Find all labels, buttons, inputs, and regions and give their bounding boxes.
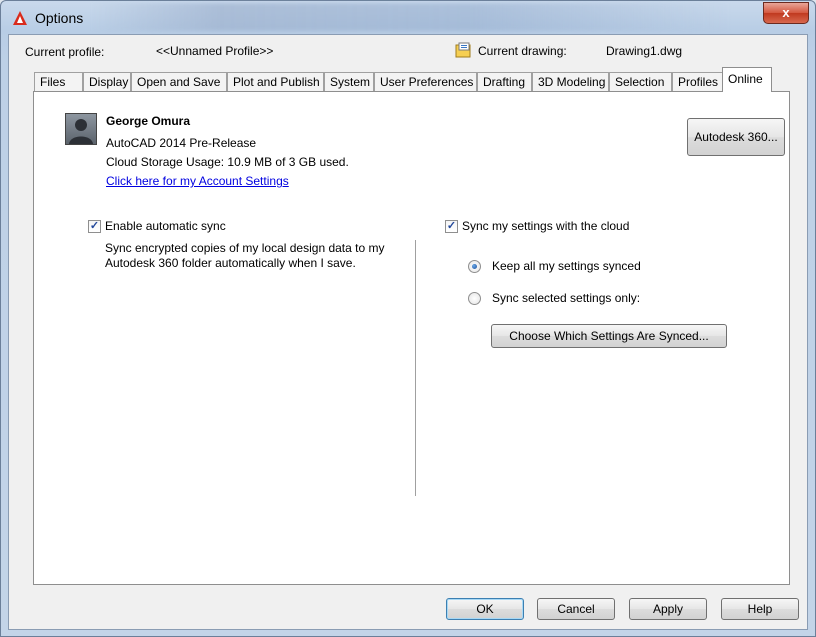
- auto-sync-description-line-2: Autodesk 360 folder automatically when I…: [105, 256, 356, 270]
- tab-user-preferences[interactable]: User Preferences: [374, 72, 477, 91]
- tab-online[interactable]: Online: [722, 67, 772, 92]
- close-button[interactable]: x: [763, 2, 809, 24]
- keep-all-settings-label: Keep all my settings synced: [492, 259, 641, 273]
- current-profile-label: Current profile:: [25, 45, 105, 59]
- checkmark-icon: ✓: [446, 220, 457, 232]
- auto-sync-description-line-1: Sync encrypted copies of my local design…: [105, 241, 385, 255]
- tab-display[interactable]: Display: [83, 72, 131, 91]
- tab-open-and-save[interactable]: Open and Save: [131, 72, 227, 91]
- tab-profiles[interactable]: Profiles: [672, 72, 723, 91]
- cloud-storage-usage: Cloud Storage Usage: 10.9 MB of 3 GB use…: [106, 155, 349, 169]
- keep-all-settings-radio[interactable]: [468, 260, 481, 273]
- tab-3d-modeling[interactable]: 3D Modeling: [532, 72, 609, 91]
- current-drawing-value: Drawing1.dwg: [606, 44, 683, 58]
- drawing-file-icon: [455, 42, 471, 58]
- tab-system[interactable]: System: [324, 72, 374, 91]
- sync-selected-settings-label: Sync selected settings only:: [492, 291, 641, 305]
- sync-settings-label: Sync my settings with the cloud: [462, 219, 630, 233]
- cancel-button[interactable]: Cancel: [537, 598, 615, 620]
- autodesk-360-button[interactable]: Autodesk 360...: [687, 118, 785, 156]
- ok-button[interactable]: OK: [446, 598, 524, 620]
- user-avatar-icon: [65, 113, 97, 145]
- sync-settings-checkbox[interactable]: ✓: [445, 220, 458, 233]
- account-settings-link[interactable]: Click here for my Account Settings: [106, 174, 289, 188]
- account-product: AutoCAD 2014 Pre-Release: [106, 136, 257, 150]
- checkmark-icon: ✓: [89, 220, 100, 232]
- apply-button[interactable]: Apply: [629, 598, 707, 620]
- choose-settings-button[interactable]: Choose Which Settings Are Synced...: [491, 324, 727, 348]
- sync-selected-settings-radio[interactable]: [468, 292, 481, 305]
- title-bar[interactable]: Options x: [1, 1, 815, 35]
- tab-drafting[interactable]: Drafting: [477, 72, 532, 91]
- current-profile-value: <<Unnamed Profile>>: [156, 44, 274, 58]
- tab-selection[interactable]: Selection: [609, 72, 672, 91]
- tab-files[interactable]: Files: [34, 72, 83, 91]
- help-button[interactable]: Help: [721, 598, 799, 620]
- enable-auto-sync-label: Enable automatic sync: [105, 219, 226, 233]
- account-user-name: George Omura: [106, 114, 191, 128]
- window-title: Options: [35, 10, 84, 26]
- title-bar-background: [91, 3, 731, 31]
- section-divider: [415, 240, 416, 496]
- autocad-logo-icon: [13, 11, 27, 25]
- enable-auto-sync-checkbox[interactable]: ✓: [88, 220, 101, 233]
- current-drawing-label: Current drawing:: [478, 44, 567, 58]
- tab-plot-and-publish[interactable]: Plot and Publish: [227, 72, 324, 91]
